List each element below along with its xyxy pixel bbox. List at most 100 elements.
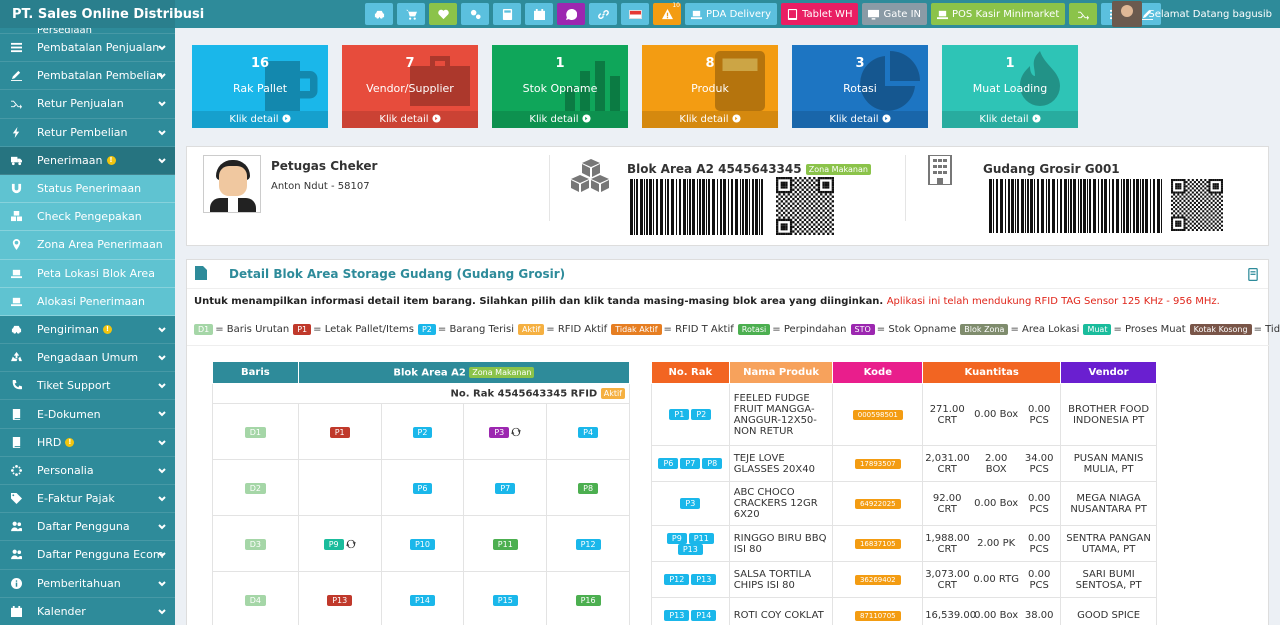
toolbar-settings-button[interactable] — [461, 3, 489, 25]
sidebar-item-penerimaan[interactable]: Penerimaan! — [0, 146, 175, 175]
rak-badge[interactable]: P2 — [691, 409, 712, 420]
toolbar-calendar-button[interactable] — [525, 3, 553, 25]
tile-detail-link[interactable]: Klik detail — [942, 111, 1078, 128]
toolbar-alerts-button[interactable]: 10 — [653, 2, 681, 25]
rak-badge[interactable]: P13 — [664, 610, 690, 621]
pallet-cell[interactable]: P8 — [546, 459, 630, 516]
pallet-badge[interactable]: P1 — [329, 427, 350, 438]
tile-detail-link[interactable]: Klik detail — [342, 111, 478, 128]
pallet-cell[interactable]: P11 — [463, 515, 548, 572]
brand[interactable]: PT. Sales Online Distribusi — [0, 0, 204, 28]
chevron-down-icon — [157, 607, 167, 617]
pallet-badge[interactable]: P10 — [409, 539, 435, 550]
pallet-badge[interactable]: P16 — [575, 595, 601, 606]
pallet-cell[interactable]: P9 — [297, 515, 382, 572]
pallet-badge[interactable]: P14 — [409, 595, 435, 606]
product-row[interactable]: P12 P13 SALSA TORTILA CHIPS ISI 80 36269402… — [651, 561, 1157, 598]
sidebar-item-pembatalan-penjualan[interactable]: Pembatalan Penjualan — [0, 34, 175, 63]
toolbar-favorite-button[interactable] — [429, 3, 457, 25]
user-menu[interactable]: Selamat Datang bagusib — [1112, 0, 1272, 28]
product-row[interactable]: P1 P2 FEELED FUDGE FRUIT MANGGA-ANGGUR-12X… — [651, 383, 1157, 446]
toolbar-language-button[interactable] — [621, 3, 649, 25]
sidebar-item-pemberitahuan[interactable]: Pemberitahuan — [0, 570, 175, 598]
pallet-cell[interactable]: P13 — [297, 571, 382, 625]
sidebar-item-e-faktur-pajak[interactable]: E-Faktur Pajak — [0, 485, 175, 514]
toolbar-link-button[interactable] — [589, 3, 617, 25]
tile-detail-link[interactable]: Klik detail — [792, 111, 928, 128]
tile-detail-link[interactable]: Klik detail — [642, 111, 778, 128]
tile-detail-link[interactable]: Klik detail — [492, 111, 628, 128]
rak-badge[interactable]: P12 — [664, 574, 690, 585]
rak-badge[interactable]: P9 — [666, 532, 687, 544]
sidebar-item-status-penerimaan[interactable]: Status Penerimaan — [0, 175, 175, 204]
truck-icon — [10, 154, 22, 166]
sidebar-item-pengiriman[interactable]: Pengiriman! — [0, 316, 175, 345]
pallet-badge[interactable]: P4 — [578, 427, 599, 438]
toolbar-whatsapp-button[interactable] — [557, 3, 585, 25]
pallet-badge[interactable]: P2 — [412, 427, 433, 438]
pallet-badge[interactable]: P15 — [492, 595, 518, 606]
pallet-badge[interactable]: P12 — [575, 539, 601, 550]
sidebar-item-hrd[interactable]: HRD! — [0, 429, 175, 457]
product-row[interactable]: P6 P7 P8 TEJE LOVE GLASSES 20X40 17893507 2,0… — [651, 445, 1157, 482]
sidebar-item-pembatalan-pembelian[interactable]: Pembatalan Pembelian — [0, 62, 175, 91]
sidebar-item-retur-pembelian[interactable]: Retur Pembelian — [0, 119, 175, 147]
pallet-cell[interactable]: P2 — [380, 403, 465, 460]
pallet-cell[interactable]: P15 — [463, 571, 548, 625]
rak-badge[interactable]: P13 — [691, 574, 717, 585]
sidebar-item-daftar-pengguna-ecom[interactable]: Daftar Pengguna Ecom — [0, 541, 175, 570]
tablet-wh-button[interactable]: Tablet WH — [781, 3, 859, 25]
pallet-cell[interactable]: P1 — [297, 403, 382, 460]
pallet-badge[interactable]: P7 — [495, 483, 516, 494]
rak-badge[interactable]: P7 — [680, 458, 701, 469]
checker-avatar — [203, 155, 261, 213]
pallet-cell[interactable]: P6 — [380, 459, 465, 516]
pallet-cell[interactable]: P10 — [380, 515, 465, 572]
sidebar-item-peta-lokasi-blok-area[interactable]: Peta Lokasi Blok Area — [0, 260, 175, 288]
pallet-badge[interactable]: P3 — [489, 427, 510, 438]
sidebar-item-alokasi-penerimaan[interactable]: Alokasi Penerimaan — [0, 288, 175, 316]
pallet-badge[interactable]: P9 — [323, 539, 344, 550]
rak-badge[interactable]: P11 — [688, 532, 714, 544]
pallet-cell[interactable]: P12 — [546, 515, 630, 572]
product-row[interactable]: P13 P14 ROTI COY COKLAT 87110705 16,539.00 0.… — [651, 597, 1157, 625]
sidebar-item-label: Status Penerimaan — [37, 182, 142, 196]
cubes-icon — [10, 211, 22, 223]
sidebar-item-zona-area-penerimaan[interactable]: Zona Area Penerimaan — [0, 231, 175, 260]
rak-badge[interactable]: P6 — [658, 458, 679, 469]
toolbar-cart-button[interactable] — [397, 3, 425, 25]
sidebar-item-pengadaan-umum[interactable]: Pengadaan Umum — [0, 344, 175, 373]
pallet-badge[interactable]: P8 — [578, 483, 599, 494]
pallet-cell[interactable]: P7 — [463, 459, 548, 516]
pallet-badge[interactable]: P11 — [492, 539, 518, 550]
sidebar-item-e-dokumen[interactable]: E-Dokumen — [0, 400, 175, 429]
toolbar-calculator-button[interactable] — [493, 3, 521, 25]
pallet-badge[interactable]: P6 — [412, 483, 433, 494]
sidebar-item-check-pengepakan[interactable]: Check Pengepakan — [0, 203, 175, 232]
pallet-cell[interactable]: P3 — [463, 403, 548, 460]
pda-delivery-button[interactable]: PDA Delivery — [685, 3, 778, 25]
rak-badge[interactable]: P1 — [669, 409, 690, 420]
pallet-cell[interactable]: P4 — [546, 403, 630, 460]
gate-in-button[interactable]: Gate IN — [862, 3, 928, 25]
rak-badge[interactable]: P13 — [677, 543, 703, 555]
sidebar-item-retur-penjualan[interactable]: Retur Penjualan — [0, 90, 175, 119]
rak-badge[interactable]: P3 — [680, 498, 701, 509]
rak-badge[interactable]: P8 — [702, 458, 723, 469]
pos-kasir-button[interactable]: POS Kasir Minimarket — [931, 3, 1066, 25]
sidebar-item-personalia[interactable]: Personalia — [0, 457, 175, 485]
sidebar-item-kalender[interactable]: Kalender — [0, 598, 175, 625]
rak-badge[interactable]: P14 — [691, 610, 717, 621]
tablet-icon[interactable] — [1248, 268, 1258, 284]
product-name: ROTI COY COKLAT — [728, 597, 834, 625]
pallet-badge[interactable]: P13 — [327, 595, 353, 606]
sidebar-item-tiket-support[interactable]: Tiket Support — [0, 372, 175, 401]
product-row[interactable]: P9 P11P13 RINGGO BIRU BBQ ISI 80 16837105 1,… — [651, 525, 1157, 562]
product-row[interactable]: P3 ABC CHOCO CRACKERS 12GR 6X20 64922025 92… — [651, 481, 1157, 526]
toolbar-transfer-button[interactable] — [1069, 3, 1098, 25]
tile-detail-link[interactable]: Klik detail — [192, 111, 328, 128]
pallet-cell[interactable]: P14 — [380, 571, 465, 625]
sidebar-item-daftar-pengguna[interactable]: Daftar Pengguna — [0, 513, 175, 542]
toolbar-dashboard-button[interactable] — [365, 3, 393, 25]
pallet-cell[interactable]: P16 — [546, 571, 630, 625]
